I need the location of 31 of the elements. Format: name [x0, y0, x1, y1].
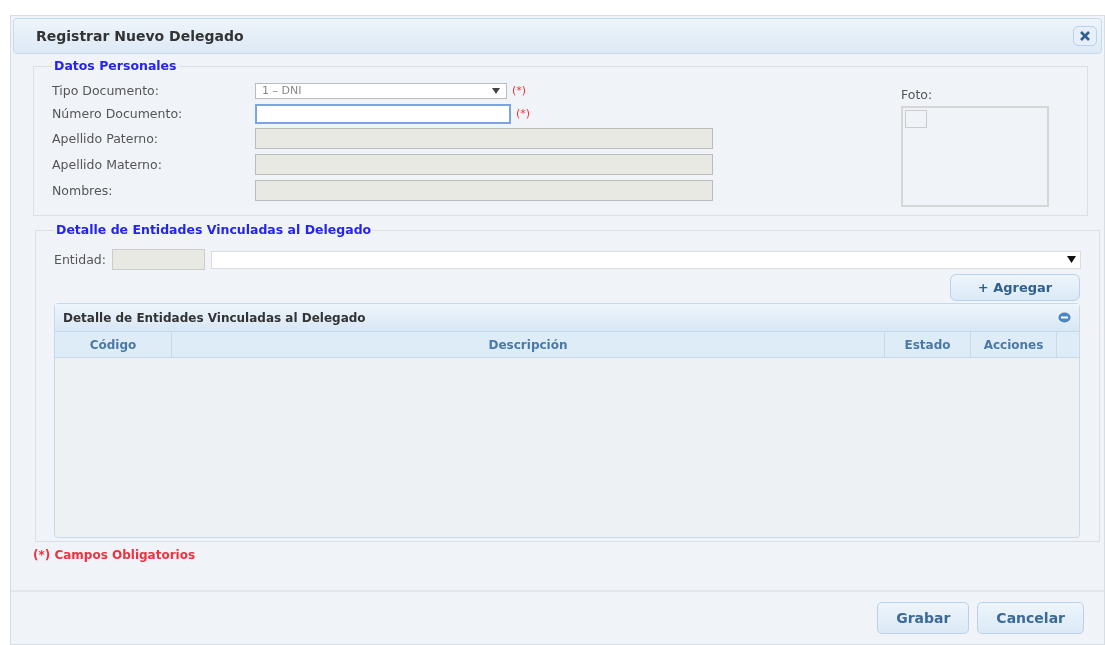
- field-label: Entidad:: [54, 252, 106, 267]
- entity-code-field[interactable]: [111, 249, 205, 270]
- column-header[interactable]: Descripción: [172, 332, 885, 357]
- photo-label: Foto:: [901, 87, 934, 102]
- section-legend: Datos Personales: [52, 58, 179, 73]
- close-button[interactable]: [1073, 26, 1097, 46]
- dropdown-arrow-icon: [1067, 256, 1076, 263]
- document-type-select[interactable]: 1 – DNI: [255, 82, 507, 99]
- dialog-button[interactable]: Grabar: [877, 602, 970, 634]
- column-header[interactable]: Código: [55, 332, 172, 357]
- dialog-button[interactable]: Cancelar: [977, 602, 1084, 634]
- entity-select[interactable]: [210, 250, 1081, 269]
- field-label: Número Documento:: [52, 106, 184, 121]
- add-button[interactable]: + Agregar: [950, 274, 1080, 301]
- field-label: Nombres:: [52, 182, 114, 198]
- column-header[interactable]: Estado: [885, 332, 971, 357]
- required-fields-note: (*) Campos Obligatorios: [33, 548, 197, 562]
- input-field[interactable]: [255, 103, 511, 124]
- field-label: Tipo Documento:: [52, 83, 160, 98]
- required-mark: (*): [512, 84, 527, 97]
- close-icon: [1079, 31, 1091, 41]
- section-legend: Detalle de Entidades Vinculadas al Delegado: [54, 222, 374, 237]
- dropdown-arrow-icon: [492, 87, 500, 94]
- field-label: Apellido Materno:: [52, 156, 163, 172]
- image-placeholder-icon: [905, 110, 927, 128]
- column-header[interactable]: Acciones: [971, 332, 1057, 357]
- grid-title: Detalle de Entidades Vinculadas al Delegado: [63, 310, 366, 325]
- collapse-icon[interactable]: [1058, 312, 1071, 323]
- required-mark: (*): [516, 107, 531, 120]
- field-label: Apellido Paterno:: [52, 130, 160, 146]
- window-title: Registrar Nuevo Delegado: [36, 28, 244, 44]
